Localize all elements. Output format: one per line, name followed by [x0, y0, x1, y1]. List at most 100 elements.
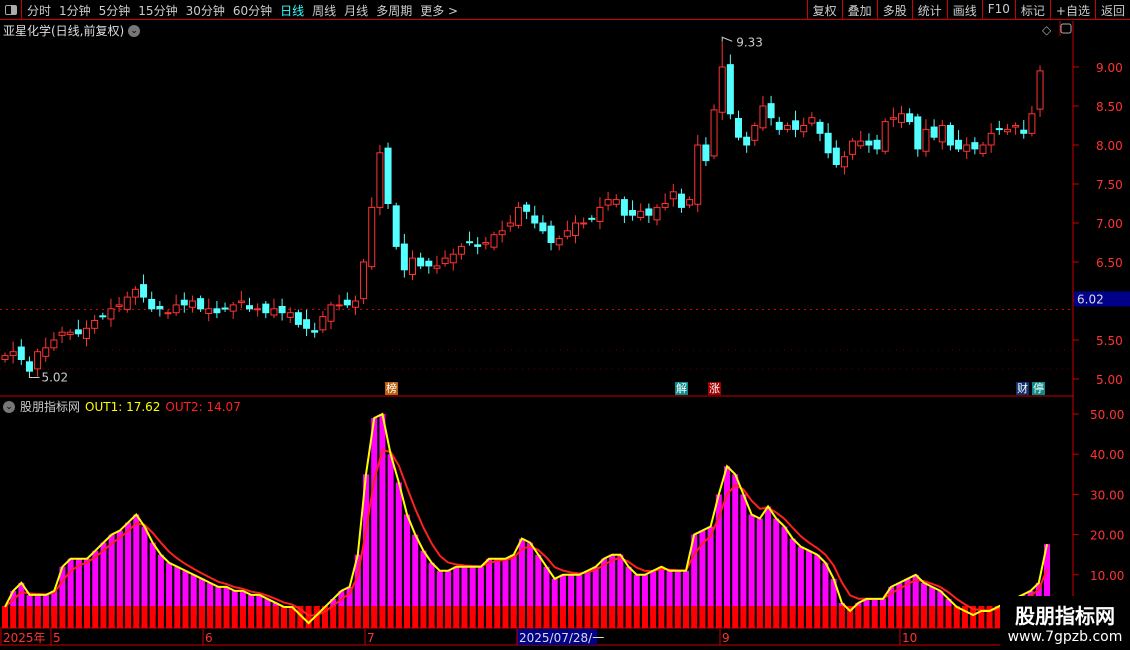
date-label: 5	[53, 631, 61, 645]
base-bar	[346, 606, 353, 628]
base-bar	[765, 606, 772, 628]
candle-body	[783, 125, 791, 130]
price-tick-label: 5.50	[1096, 334, 1123, 348]
candle-body	[482, 242, 490, 245]
base-bar	[650, 606, 657, 628]
base-bar	[395, 606, 402, 628]
base-bar	[428, 606, 435, 628]
base-bar	[732, 606, 739, 628]
base-bar	[937, 606, 944, 628]
base-bar	[157, 606, 164, 628]
base-bar	[338, 606, 345, 628]
candle-body	[25, 361, 33, 372]
candle-body	[898, 113, 905, 123]
watermark-url: www.7gpzb.com	[1007, 629, 1123, 645]
base-bar	[682, 606, 689, 628]
candle-body	[832, 147, 840, 165]
base-bar	[568, 606, 575, 628]
candle-body	[669, 191, 677, 200]
base-bar	[248, 606, 255, 628]
base-bar	[666, 606, 673, 628]
candle-body	[213, 308, 221, 314]
candle-body	[604, 199, 612, 206]
base-bar	[34, 606, 41, 628]
indicator-tick-label: 10.00	[1090, 569, 1124, 583]
candle-body	[303, 319, 311, 329]
event-marker[interactable]: 涨	[708, 382, 721, 395]
out1-bar	[814, 554, 821, 615]
base-bar	[379, 606, 386, 628]
event-marker[interactable]: 财	[1016, 382, 1029, 395]
candle-body	[156, 305, 164, 310]
event-marker[interactable]: 榜	[385, 382, 398, 395]
base-bar	[699, 606, 706, 628]
base-bar	[59, 606, 66, 628]
date-label: 6	[205, 631, 213, 645]
candle-body	[319, 316, 327, 331]
base-bar	[617, 606, 624, 628]
base-bar	[945, 606, 952, 628]
base-bar	[231, 606, 238, 628]
out1-bar	[420, 550, 427, 615]
candle-body	[180, 299, 188, 306]
event-marker[interactable]: 停	[1032, 382, 1045, 395]
out1-bar	[724, 466, 731, 615]
candle-body	[457, 245, 465, 255]
candle-body	[205, 308, 213, 314]
out1-value: OUT1: 17.62	[85, 399, 161, 414]
candle-body	[865, 140, 873, 146]
candle-body	[140, 284, 148, 298]
base-bar	[461, 606, 468, 628]
out1-bar	[617, 554, 624, 615]
candle-body	[392, 205, 400, 247]
out1-bar	[732, 474, 739, 615]
base-bar	[166, 606, 173, 628]
date-label: 7	[367, 631, 375, 645]
base-bar	[830, 606, 837, 628]
out1-bar	[133, 514, 140, 615]
chart-canvas[interactable]: ◇9.008.508.007.507.006.506.005.505.006.0…	[0, 0, 1130, 650]
candle-body	[840, 156, 848, 168]
base-bar	[387, 606, 394, 628]
candle-body	[995, 128, 1003, 131]
candle-body	[50, 339, 58, 349]
candle-body	[270, 308, 278, 316]
event-marker[interactable]: 解	[675, 382, 688, 395]
candle-body	[229, 304, 237, 312]
base-bar	[190, 606, 197, 628]
candle-body	[979, 144, 987, 155]
indicator-tick-label: 40.00	[1090, 448, 1124, 462]
candle-body	[514, 206, 522, 226]
candle-body	[702, 144, 710, 162]
candle-body	[759, 105, 767, 129]
chevron-down-icon[interactable]: ⌄	[3, 400, 15, 413]
high-pointer	[721, 36, 733, 42]
candle-body	[99, 315, 107, 318]
base-bar	[740, 606, 747, 628]
price-tick-label: 8.50	[1096, 100, 1123, 114]
base-bar	[404, 606, 411, 628]
candle-body	[1020, 129, 1028, 134]
candle-body	[9, 351, 17, 357]
out1-bar	[125, 522, 132, 615]
candle-body	[490, 234, 498, 248]
base-bar	[412, 606, 419, 628]
base-bar	[576, 606, 583, 628]
base-bar	[502, 606, 509, 628]
out1-bar	[535, 554, 542, 615]
base-bar	[43, 606, 50, 628]
base-bar	[551, 606, 558, 628]
base-bar	[806, 606, 813, 628]
candle-body	[726, 64, 734, 115]
low-annotation: 5.02	[41, 370, 68, 384]
base-bar	[75, 606, 82, 628]
candle-body	[677, 193, 685, 208]
candle-body	[694, 144, 702, 205]
candle-body	[857, 140, 865, 147]
candle-body	[531, 215, 539, 224]
out1-bar	[806, 550, 813, 615]
base-bar	[715, 606, 722, 628]
candle-body	[188, 300, 196, 308]
out2-value: OUT2: 14.07	[165, 399, 241, 414]
out1-bar	[781, 526, 788, 615]
